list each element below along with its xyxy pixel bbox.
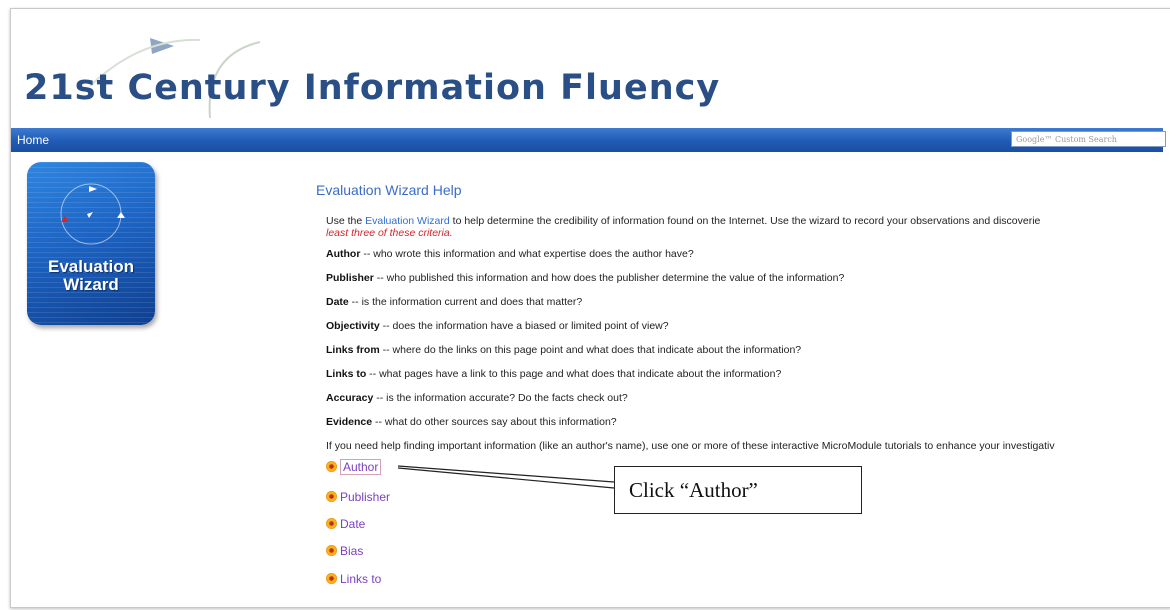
criterion-text: -- is the information accurate? Do the f… xyxy=(373,392,628,404)
criterion-text: -- does the information have a biased or… xyxy=(379,320,669,332)
criterion-publisher: Publisher -- who published this informat… xyxy=(326,272,844,284)
logo-text: Evaluation Wizard xyxy=(27,258,155,294)
criterion-term: Accuracy xyxy=(326,392,374,404)
intro-text-before: Use the xyxy=(326,215,366,227)
criterion-term: Date xyxy=(326,296,349,308)
criterion-links-to: Links to -- what pages have a link to th… xyxy=(326,368,781,380)
header-arc-decoration xyxy=(89,38,261,119)
criterion-term: Evidence xyxy=(326,416,373,428)
criterion-term: Author xyxy=(326,248,361,260)
criterion-term: Publisher xyxy=(326,272,374,284)
criterion-term: Links from xyxy=(326,344,380,356)
evaluation-wizard-link[interactable]: Evaluation Wizard xyxy=(365,215,450,227)
micromodule-publisher-link[interactable]: Publisher xyxy=(326,490,390,504)
micromodule-date-link[interactable]: Date xyxy=(326,517,365,531)
criterion-links-from: Links from -- where do the links on this… xyxy=(326,344,801,356)
intro-paragraph: Use the Evaluation Wizard to help determ… xyxy=(326,215,1040,227)
micromodule-bias-link[interactable]: Bias xyxy=(326,544,363,558)
criterion-text: -- where do the links on this page point… xyxy=(379,344,802,356)
criterion-term: Objectivity xyxy=(326,320,380,332)
bullet-icon xyxy=(326,545,337,556)
micromodule-links-to-link[interactable]: Links to xyxy=(326,572,381,586)
micromodule-label: Author xyxy=(340,459,382,475)
criterion-text: -- who wrote this information and what e… xyxy=(360,248,694,260)
logo-red-arrow-icon xyxy=(61,216,69,222)
search-input[interactable]: Google™ Custom Search xyxy=(1011,131,1166,147)
criterion-accuracy: Accuracy -- is the information accurate?… xyxy=(326,392,628,404)
logo-text-line1: Evaluation xyxy=(48,257,134,276)
logo-arrow-icon-2 xyxy=(117,212,125,218)
logo-text-line2: Wizard xyxy=(63,275,119,294)
logo-arrow-icon-3 xyxy=(87,212,93,218)
micromodule-author-link[interactable]: Author xyxy=(326,459,382,475)
page-title: Evaluation Wizard Help xyxy=(316,182,462,198)
instruction-callout: Click “Author” xyxy=(614,466,862,514)
micromodule-label: Links to xyxy=(340,572,382,586)
micromodule-label: Bias xyxy=(340,544,364,558)
top-navbar: Home Google™ Custom Search xyxy=(11,128,1166,152)
micromodule-label: Date xyxy=(340,517,366,531)
bullet-icon xyxy=(326,461,337,472)
criterion-text: -- who published this information and ho… xyxy=(373,272,845,284)
criterion-evidence: Evidence -- what do other sources say ab… xyxy=(326,416,617,428)
criterion-term: Links to xyxy=(326,368,367,380)
site-title: 21st Century Information Fluency xyxy=(24,68,721,108)
intro-note: least three of these criteria. xyxy=(326,227,453,239)
criterion-author: Author -- who wrote this information and… xyxy=(326,248,694,260)
micromodule-label: Publisher xyxy=(340,490,391,504)
criterion-text: -- what pages have a link to this page a… xyxy=(366,368,782,380)
logo-arrow-icon xyxy=(89,186,97,192)
criterion-date: Date -- is the information current and d… xyxy=(326,296,582,308)
evaluation-wizard-logo: Evaluation Wizard xyxy=(27,162,155,325)
criterion-text: -- is the information current and does t… xyxy=(348,296,583,308)
intro-text-after: to help determine the credibility of inf… xyxy=(449,215,1041,227)
bullet-icon xyxy=(326,491,337,502)
bullet-icon xyxy=(326,518,337,529)
logo-orbit-graphic xyxy=(60,183,125,245)
criterion-objectivity: Objectivity -- does the information have… xyxy=(326,320,669,332)
nav-home-link[interactable]: Home xyxy=(17,133,49,147)
micromodule-help-text: If you need help finding important infor… xyxy=(326,440,1055,452)
bullet-icon xyxy=(326,573,337,584)
criterion-text: -- what do other sources say about this … xyxy=(372,416,617,428)
